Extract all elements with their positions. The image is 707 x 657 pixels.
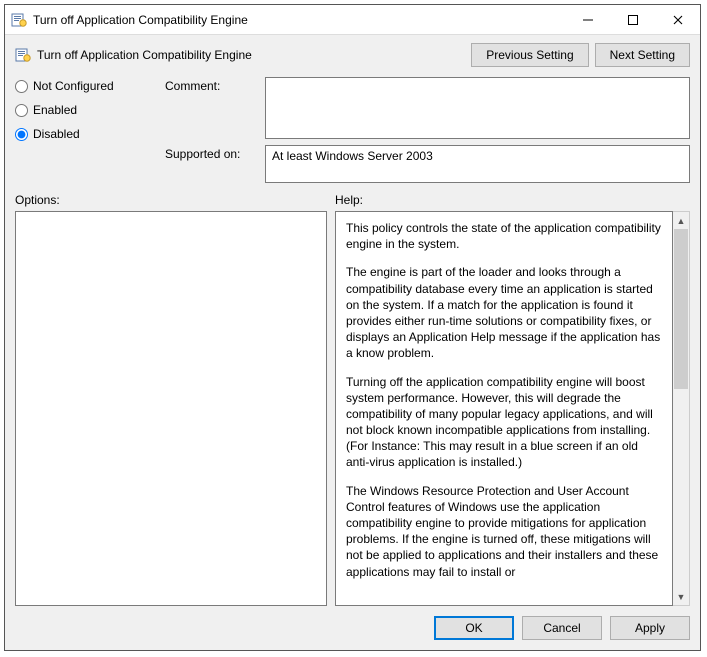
window-icon	[11, 12, 27, 28]
state-radios: Not Configured Enabled Disabled	[15, 77, 155, 183]
options-label: Options:	[15, 193, 335, 207]
help-paragraph: The engine is part of the loader and loo…	[346, 264, 662, 361]
minimize-button[interactable]	[565, 5, 610, 34]
comment-textarea[interactable]	[265, 77, 690, 139]
radio-disabled-label: Disabled	[33, 127, 80, 141]
supported-on-box: At least Windows Server 2003	[265, 145, 690, 183]
radio-disabled[interactable]: Disabled	[15, 127, 155, 141]
scroll-up-icon[interactable]: ▲	[673, 212, 689, 229]
radio-not-configured[interactable]: Not Configured	[15, 79, 155, 93]
radio-enabled[interactable]: Enabled	[15, 103, 155, 117]
help-wrap: This policy controls the state of the ap…	[335, 211, 690, 606]
next-setting-button[interactable]: Next Setting	[595, 43, 690, 67]
panes: This policy controls the state of the ap…	[15, 211, 690, 606]
upper-section: Not Configured Enabled Disabled Comment:	[15, 77, 690, 183]
cancel-button[interactable]: Cancel	[522, 616, 602, 640]
client-area: Turn off Application Compatibility Engin…	[5, 35, 700, 650]
scroll-thumb[interactable]	[674, 229, 688, 389]
radio-enabled-label: Enabled	[33, 103, 77, 117]
titlebar: Turn off Application Compatibility Engin…	[5, 5, 700, 35]
maximize-button[interactable]	[610, 5, 655, 34]
comment-label: Comment:	[165, 77, 257, 139]
radio-enabled-input[interactable]	[15, 104, 28, 117]
help-paragraph: The Windows Resource Protection and User…	[346, 483, 662, 580]
radio-not-configured-label: Not Configured	[33, 79, 114, 93]
previous-setting-button[interactable]: Previous Setting	[471, 43, 588, 67]
help-paragraph: This policy controls the state of the ap…	[346, 220, 662, 252]
window-title: Turn off Application Compatibility Engin…	[33, 13, 565, 27]
dialog-buttons: OK Cancel Apply	[15, 606, 690, 640]
ok-button[interactable]: OK	[434, 616, 514, 640]
apply-button[interactable]: Apply	[610, 616, 690, 640]
options-pane	[15, 211, 327, 606]
policy-header: Turn off Application Compatibility Engin…	[15, 43, 690, 67]
dialog-window: Turn off Application Compatibility Engin…	[4, 4, 701, 651]
help-label: Help:	[335, 193, 690, 207]
radio-not-configured-input[interactable]	[15, 80, 28, 93]
help-scrollbar[interactable]: ▲ ▼	[673, 211, 690, 606]
pane-labels: Options: Help:	[15, 193, 690, 207]
policy-icon	[15, 47, 31, 63]
supported-on-label: Supported on:	[165, 145, 257, 183]
help-pane: This policy controls the state of the ap…	[335, 211, 673, 606]
help-paragraph: Turning off the application compatibilit…	[346, 374, 662, 471]
upper-right: Comment: Supported on: At least Windows …	[165, 77, 690, 183]
scroll-down-icon[interactable]: ▼	[673, 588, 689, 605]
radio-disabled-input[interactable]	[15, 128, 28, 141]
policy-title: Turn off Application Compatibility Engin…	[37, 48, 465, 62]
close-button[interactable]	[655, 5, 700, 34]
supported-on-text: At least Windows Server 2003	[272, 149, 433, 163]
